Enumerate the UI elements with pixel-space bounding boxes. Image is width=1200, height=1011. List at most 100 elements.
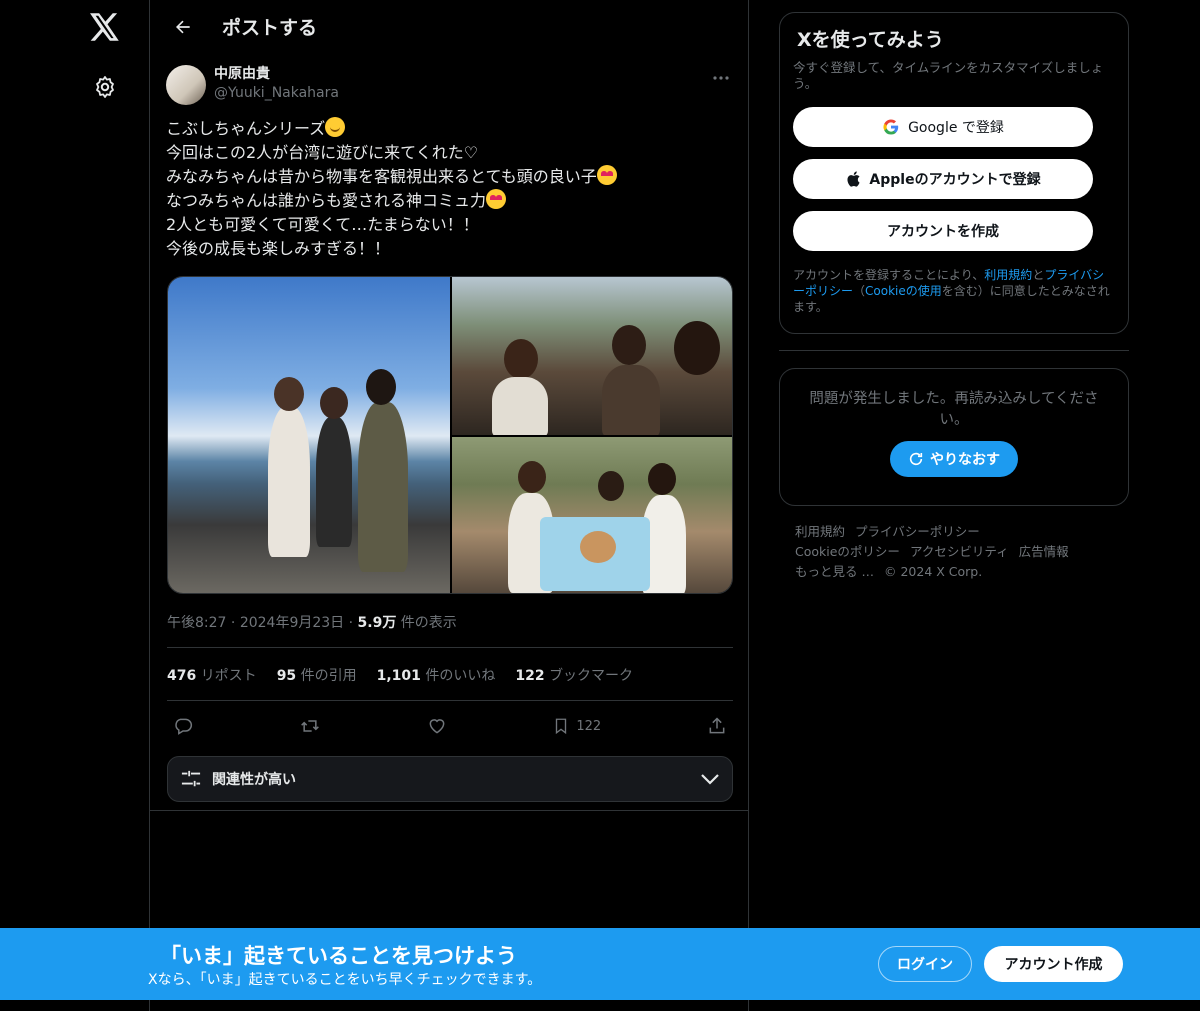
tweet-line: みなみちゃんは昔から物事を客観視出来るとても頭の良い子 <box>166 167 597 186</box>
bookmark-icon <box>556 718 567 735</box>
heart-icon <box>429 719 444 734</box>
retry-button[interactable]: やりなおす <box>890 441 1018 477</box>
display-name[interactable]: 中原由貴 <box>214 65 339 83</box>
photo-figure-head <box>274 377 304 411</box>
tweet-stats: 476 リポスト 95 件の引用 1,101 件のいいね 122 ブックマーク <box>167 665 633 685</box>
top-bar: ポストする <box>150 0 748 53</box>
footer-link[interactable]: Cookieのポリシー <box>795 544 900 559</box>
divider <box>150 810 748 811</box>
bookmark-stat[interactable]: 122 ブックマーク <box>515 665 633 685</box>
photo-figure <box>602 365 660 435</box>
footer-link[interactable]: もっと見る … <box>795 564 874 579</box>
share-button[interactable] <box>707 716 727 736</box>
footer-link[interactable]: 利用規約 <box>795 524 845 539</box>
signup-button[interactable]: アカウント作成 <box>984 946 1123 982</box>
tweet-media-grid <box>167 276 733 594</box>
divider <box>167 700 733 701</box>
avatar[interactable] <box>166 65 206 105</box>
tweet-date[interactable]: 2024年9月23日 <box>240 615 344 631</box>
footer-link[interactable]: 広告情報 <box>1019 544 1069 559</box>
more-options-icon[interactable] <box>710 67 732 89</box>
photo-2[interactable] <box>452 277 732 435</box>
photo-figure-head <box>366 369 396 405</box>
photo-figure <box>358 402 408 572</box>
footer-links: 利用規約 プライバシーポリシー Cookieのポリシー アクセシビリティ 広告情報 も… <box>795 522 1115 582</box>
tweet-line: こぶしちゃんシリーズ <box>166 119 326 138</box>
signup-title: Xを使ってみよう <box>797 29 944 51</box>
quote-count: 95 <box>276 668 297 684</box>
login-button[interactable]: ログイン <box>878 946 972 982</box>
sort-label: 関連性が高い <box>212 772 296 788</box>
tweet-line: 今後の成長も楽しみすぎる！！ <box>166 239 391 258</box>
photo-figure-head <box>504 339 538 379</box>
like-stat[interactable]: 1,101 件のいいね <box>377 665 496 685</box>
apple-signup-label: Appleのアカウントで登録 <box>869 172 1041 188</box>
tweet-author: 中原由貴 @Yuuki_Nakahara <box>150 53 748 109</box>
back-arrow-icon[interactable] <box>166 10 200 44</box>
signup-banner: 「いま」起きていることを見つけよう Xなら、「いま」起きていることをいち早くチェ… <box>0 928 1200 1000</box>
views-label: 件の表示 <box>400 615 457 631</box>
bookmark-button[interactable]: 122 <box>552 716 601 736</box>
create-account-label: アカウントを作成 <box>887 224 999 240</box>
photo-figure-head <box>612 325 646 365</box>
signup-subtitle: 今すぐ登録して、タイムラインをカスタマイズしましょう。 <box>793 60 1104 91</box>
reply-sort-dropdown[interactable]: 関連性が高い <box>167 756 733 802</box>
gear-icon[interactable] <box>90 72 120 102</box>
chevron-down-icon <box>701 774 719 785</box>
error-card: 問題が発生しました。再読み込みしてください。 やりなおす <box>779 368 1129 506</box>
signup-legal: アカウントを登録することにより、利用規約とプライバシーポリシー（Cookieの使… <box>793 267 1115 315</box>
tweet-line: 今回はこの2人が台湾に遊びに来てくれた♡ <box>166 143 479 162</box>
quote-stat[interactable]: 95 件の引用 <box>277 665 357 685</box>
reply-button[interactable] <box>173 716 193 736</box>
signup-card: Xを使ってみよう 今すぐ登録して、タイムラインをカスタマイズしましょう。 Goo… <box>779 12 1129 334</box>
photo-1[interactable] <box>168 277 450 593</box>
tweet-meta: 午後8:27 · 2024年9月23日 · 5.9万 件の表示 <box>167 615 457 631</box>
repost-label: リポスト <box>200 668 257 684</box>
page-title: ポストする <box>222 17 318 39</box>
terms-link[interactable]: 利用規約 <box>984 268 1032 282</box>
repost-button[interactable] <box>299 716 321 736</box>
photo-figure-head <box>518 461 546 493</box>
user-handle[interactable]: @Yuuki_Nakahara <box>214 83 339 103</box>
like-count: 1,101 <box>376 668 421 684</box>
photo-figure <box>268 407 310 557</box>
like-button[interactable] <box>427 716 447 736</box>
sliders-icon <box>181 770 201 787</box>
google-icon <box>883 119 899 135</box>
legal-text: アカウントを登録することにより、 <box>793 268 985 282</box>
cookie-link[interactable]: Cookieの使用 <box>865 284 942 298</box>
tweet-actions: 122 <box>167 712 733 740</box>
bookmark-label: ブックマーク <box>549 668 634 684</box>
like-label: 件のいいね <box>425 668 496 684</box>
retry-label: やりなおす <box>930 452 1000 468</box>
photo-3[interactable] <box>452 437 732 593</box>
bookmark-action-count: 122 <box>576 718 602 734</box>
share-icon <box>709 717 725 734</box>
x-logo-icon[interactable] <box>86 8 124 46</box>
views-count: 5.9万 <box>357 615 397 631</box>
repost-count: 476 <box>167 668 197 684</box>
google-signup-button[interactable]: Google で登録 <box>793 107 1093 147</box>
repost-icon <box>300 720 319 732</box>
tweet-time[interactable]: 午後8:27 <box>167 615 226 631</box>
footer-link[interactable]: アクセシビリティ <box>910 544 1009 559</box>
google-signup-label: Google で登録 <box>908 120 1004 136</box>
quote-label: 件の引用 <box>300 668 357 684</box>
repost-stat[interactable]: 476 リポスト <box>167 665 257 685</box>
legal-text: （ <box>853 284 866 298</box>
create-account-button[interactable]: アカウントを作成 <box>793 211 1093 251</box>
footer-link[interactable]: プライバシーポリシー <box>855 524 980 539</box>
photo-figure-head <box>648 463 676 495</box>
tweet-text: こぶしちゃんシリーズ今回はこの2人が台湾に遊びに来てくれた♡ みなみちゃんは昔から… <box>150 109 748 261</box>
refresh-icon <box>909 452 923 466</box>
banner-subtitle: Xなら、「いま」起きていることをいち早くチェックできます。 <box>148 972 542 988</box>
apple-signup-button[interactable]: Appleのアカウントで登録 <box>793 159 1093 199</box>
copyright: © 2024 X Corp. <box>883 564 983 579</box>
primary-column: ポストする 中原由貴 @Yuuki_Nakahara こぶしちゃんシリーズ今回は… <box>149 0 749 1011</box>
photo-figure-head <box>320 387 348 419</box>
banner-title: 「いま」起きていることを見つけよう <box>160 944 517 968</box>
heart-eyes-emoji-icon <box>596 165 617 185</box>
bear-face-icon <box>580 531 616 563</box>
bookmark-count: 122 <box>515 668 545 684</box>
divider <box>167 647 733 648</box>
